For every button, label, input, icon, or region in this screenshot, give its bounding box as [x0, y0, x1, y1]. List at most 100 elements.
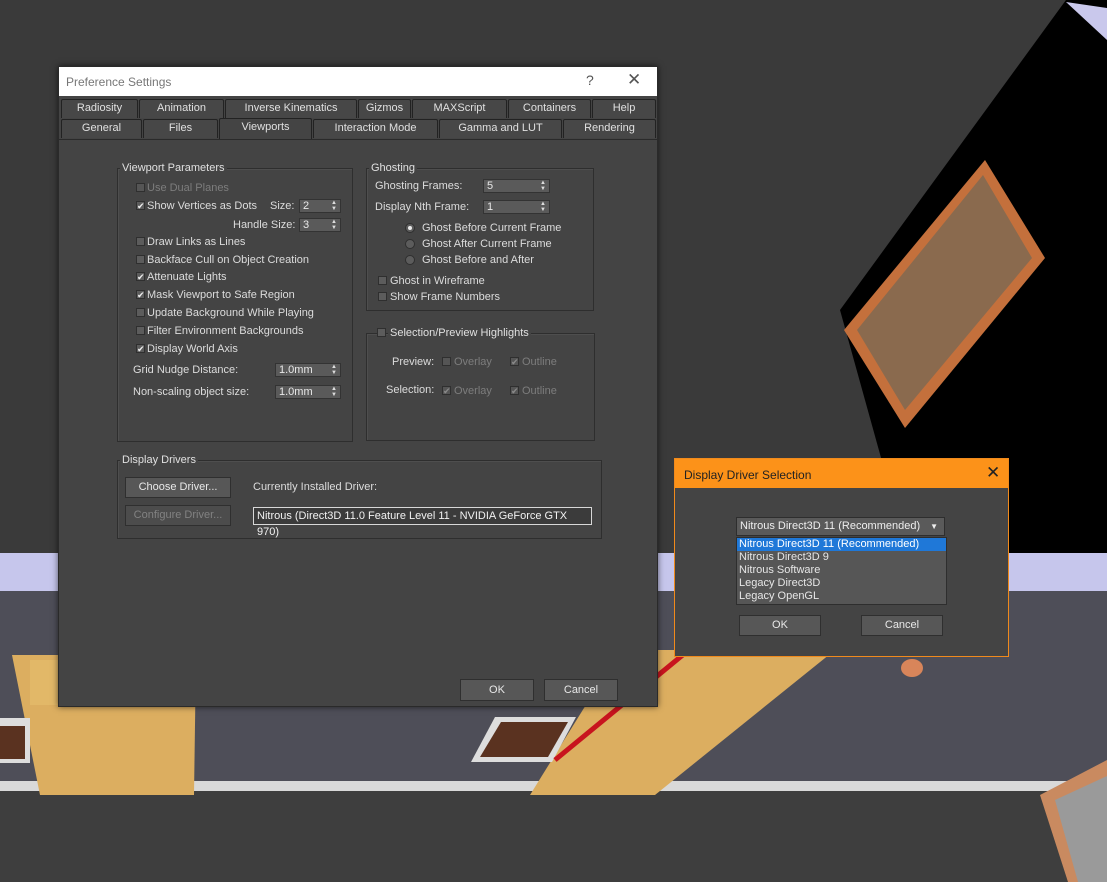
size-value: 2: [303, 200, 310, 212]
driver-option-nitrous-d3d11[interactable]: Nitrous Direct3D 11 (Recommended): [737, 538, 946, 551]
tab-gizmos[interactable]: Gizmos: [358, 99, 411, 118]
show-vertices-checkbox[interactable]: ✔: [136, 201, 145, 211]
handle-size-label: Handle Size:: [233, 219, 296, 231]
display-nth-frame-value: 1: [487, 201, 494, 213]
tab-gamma-and-lut[interactable]: Gamma and LUT: [439, 119, 562, 138]
attenuate-lights-label: Attenuate Lights: [147, 271, 227, 283]
preview-overlay-label: Overlay: [454, 356, 492, 368]
selection-label: Selection:: [386, 384, 435, 396]
display-world-axis-label: Display World Axis: [147, 343, 238, 355]
tab-general[interactable]: General: [61, 119, 142, 138]
display-nth-frame-label: Display Nth Frame:: [375, 201, 470, 213]
driver-option-nitrous-software[interactable]: Nitrous Software: [737, 564, 946, 577]
driver-option-legacy-opengl[interactable]: Legacy OpenGL: [737, 590, 946, 603]
display-driver-selection-dialog: Display Driver Selection ✕ Nitrous Direc…: [674, 458, 1009, 657]
driver-options-list: Nitrous Direct3D 11 (Recommended) Nitrou…: [736, 537, 947, 605]
preview-outline-label: Outline: [522, 356, 557, 368]
grid-nudge-spinner[interactable]: 1.0mm ▲ ▼: [275, 363, 341, 377]
driver-cancel-button[interactable]: Cancel: [861, 615, 943, 636]
ghost-after-radio[interactable]: [405, 239, 415, 249]
ghost-before-after-label: Ghost Before and After: [422, 254, 534, 266]
installed-driver-field: Nitrous (Direct3D 11.0 Feature Level 11 …: [253, 507, 592, 538]
driver-ok-button[interactable]: OK: [739, 615, 821, 636]
cancel-button[interactable]: Cancel: [544, 679, 618, 701]
use-dual-planes-label: Use Dual Planes: [147, 182, 229, 194]
size-spinner[interactable]: 2 ▲ ▼: [299, 199, 341, 213]
preference-settings-dialog: Preference Settings ? ✕ Radiosity Animat…: [58, 66, 658, 707]
ghosting-title: Ghosting: [369, 162, 418, 174]
display-nth-frame-spinner[interactable]: 1 ▲ ▼: [483, 200, 550, 214]
tab-animation[interactable]: Animation: [139, 99, 224, 118]
spinner-arrows-icon[interactable]: ▲ ▼: [540, 201, 546, 213]
chevron-down-icon[interactable]: ▼: [930, 518, 938, 535]
ghost-before-after-radio[interactable]: [405, 255, 415, 265]
tab-containers[interactable]: Containers: [508, 99, 591, 118]
ghosting-frames-value: 5: [487, 180, 494, 192]
tab-maxscript[interactable]: MAXScript: [412, 99, 507, 118]
tab-rendering[interactable]: Rendering: [563, 119, 656, 138]
ghost-before-label: Ghost Before Current Frame: [422, 222, 562, 234]
ghosting-frames-label: Ghosting Frames:: [375, 180, 463, 192]
configure-driver-button[interactable]: Configure Driver...: [125, 505, 231, 526]
preview-label: Preview:: [392, 356, 435, 368]
mask-viewport-checkbox[interactable]: ✔: [136, 290, 145, 300]
ghost-before-radio[interactable]: [405, 223, 415, 233]
spinner-arrows-icon[interactable]: ▲ ▼: [331, 386, 337, 398]
size-label: Size:: [270, 200, 295, 212]
driver-dialog-title: Display Driver Selection: [684, 468, 812, 482]
grid-nudge-value: 1.0mm: [279, 364, 313, 376]
non-scaling-label: Non-scaling object size:: [133, 386, 250, 398]
ok-button[interactable]: OK: [460, 679, 534, 701]
filter-env-checkbox[interactable]: [136, 326, 145, 335]
selection-outline-checkbox[interactable]: ✔: [510, 386, 519, 396]
help-icon[interactable]: ?: [586, 72, 594, 88]
backface-cull-label: Backface Cull on Object Creation: [147, 254, 310, 266]
show-vertices-label: Show Vertices as Dots: [147, 200, 258, 212]
selection-overlay-checkbox[interactable]: ✔: [442, 386, 451, 396]
tab-help[interactable]: Help: [592, 99, 656, 118]
choose-driver-button[interactable]: Choose Driver...: [125, 477, 231, 498]
title-bar: Preference Settings ? ✕: [59, 67, 657, 96]
draw-links-checkbox[interactable]: [136, 237, 145, 246]
dialog-title: Preference Settings: [66, 75, 172, 89]
selection-outline-label: Outline: [522, 385, 557, 397]
display-drivers-group: [117, 460, 602, 539]
non-scaling-value: 1.0mm: [279, 386, 313, 398]
driver-dropdown[interactable]: Nitrous Direct3D 11 (Recommended) ▼: [736, 517, 945, 536]
display-world-axis-checkbox[interactable]: ✔: [136, 344, 145, 354]
handle-size-value: 3: [303, 219, 310, 231]
installed-driver-label: Currently Installed Driver:: [253, 481, 378, 493]
driver-dialog-title-bar: Display Driver Selection ✕: [675, 459, 1008, 488]
spinner-arrows-icon[interactable]: ▲ ▼: [331, 200, 337, 212]
ghost-wireframe-checkbox[interactable]: [378, 276, 387, 285]
update-background-checkbox[interactable]: [136, 308, 145, 317]
driver-option-nitrous-d3d9[interactable]: Nitrous Direct3D 9: [737, 551, 946, 564]
use-dual-planes-checkbox[interactable]: [136, 183, 145, 192]
close-icon[interactable]: ✕: [986, 463, 1000, 483]
preview-outline-checkbox[interactable]: ✔: [510, 357, 519, 367]
filter-env-label: Filter Environment Backgrounds: [147, 325, 304, 337]
spinner-arrows-icon[interactable]: ▲ ▼: [540, 180, 546, 192]
tab-viewports[interactable]: Viewports: [219, 118, 312, 140]
preview-overlay-checkbox[interactable]: [442, 357, 451, 366]
show-frame-numbers-checkbox[interactable]: [378, 292, 387, 301]
attenuate-lights-checkbox[interactable]: ✔: [136, 272, 145, 282]
driver-option-legacy-d3d[interactable]: Legacy Direct3D: [737, 577, 946, 590]
tab-radiosity[interactable]: Radiosity: [61, 99, 138, 118]
update-background-label: Update Background While Playing: [147, 307, 314, 319]
highlights-checkbox[interactable]: [377, 328, 386, 337]
tab-inverse-kinematics[interactable]: Inverse Kinematics: [225, 99, 357, 118]
close-icon[interactable]: ✕: [627, 70, 641, 90]
driver-dropdown-value: Nitrous Direct3D 11 (Recommended): [740, 520, 921, 532]
ghost-after-label: Ghost After Current Frame: [422, 238, 552, 250]
non-scaling-spinner[interactable]: 1.0mm ▲ ▼: [275, 385, 341, 399]
spinner-arrows-icon[interactable]: ▲ ▼: [331, 364, 337, 376]
spinner-arrows-icon[interactable]: ▲ ▼: [331, 219, 337, 231]
ghost-wireframe-label: Ghost in Wireframe: [390, 275, 485, 287]
handle-size-spinner[interactable]: 3 ▲ ▼: [299, 218, 341, 232]
ghosting-frames-spinner[interactable]: 5 ▲ ▼: [483, 179, 550, 193]
show-frame-numbers-label: Show Frame Numbers: [390, 291, 501, 303]
tab-files[interactable]: Files: [143, 119, 218, 138]
tab-interaction-mode[interactable]: Interaction Mode: [313, 119, 438, 138]
backface-cull-checkbox[interactable]: [136, 255, 145, 264]
